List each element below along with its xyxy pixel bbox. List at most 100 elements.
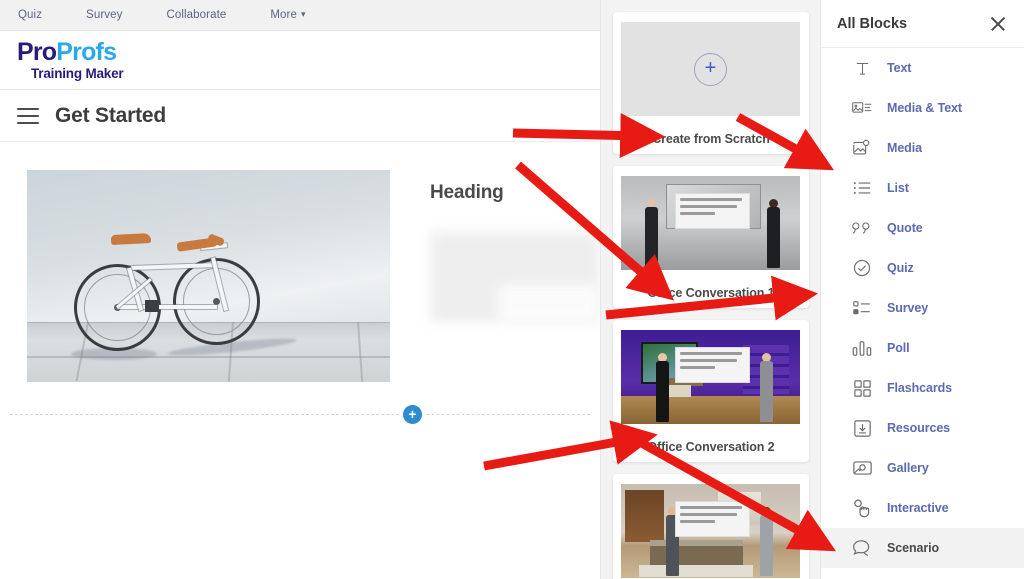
logo-profs-text: Profs bbox=[56, 38, 117, 66]
office-conversation-1-thumbnail bbox=[621, 176, 800, 270]
survey-icon bbox=[851, 297, 873, 319]
scene-bedroom bbox=[621, 484, 800, 578]
blurred-body-placeholder bbox=[498, 285, 600, 322]
nav-item-survey[interactable]: Survey bbox=[86, 9, 122, 21]
text-icon bbox=[851, 57, 873, 79]
caption-line bbox=[679, 204, 738, 208]
interactive-hand-icon bbox=[851, 497, 873, 519]
block-item-scenario[interactable]: Scenario bbox=[821, 528, 1024, 568]
scenario-chat-icon bbox=[851, 537, 873, 559]
block-item-poll[interactable]: Poll bbox=[821, 328, 1024, 368]
block-item-list-label: List bbox=[887, 181, 909, 195]
dashed-divider-line bbox=[10, 414, 590, 415]
block-item-text[interactable]: Text bbox=[821, 48, 1024, 88]
brand-bar: ProProfs Training Maker bbox=[0, 31, 600, 90]
heading-text-block[interactable]: Heading bbox=[430, 182, 600, 322]
office-conversation-2-thumbnail bbox=[621, 330, 800, 424]
block-item-list[interactable]: List bbox=[821, 168, 1024, 208]
nav-item-quiz[interactable]: Quiz bbox=[18, 9, 42, 21]
gallery-icon bbox=[851, 457, 873, 479]
block-item-resources-label: Resources bbox=[887, 421, 951, 435]
caption-line bbox=[679, 358, 738, 362]
template-card-office-conversation-2[interactable]: Office Conversation 2 bbox=[613, 320, 809, 462]
template-card-bedroom-scene[interactable] bbox=[613, 474, 809, 579]
block-item-quote-label: Quote bbox=[887, 221, 923, 235]
media-text-icon bbox=[851, 97, 873, 119]
scene-wardrobe bbox=[624, 489, 664, 543]
block-item-media-label: Media bbox=[887, 141, 922, 155]
block-item-gallery-label: Gallery bbox=[887, 461, 929, 475]
block-item-gallery[interactable]: Gallery bbox=[821, 448, 1024, 488]
bike-pedal bbox=[145, 300, 159, 312]
block-item-survey-label: Survey bbox=[887, 301, 929, 315]
page-title-bar: Get Started bbox=[0, 90, 600, 142]
bike-down-tube bbox=[117, 305, 217, 309]
close-icon[interactable] bbox=[988, 14, 1008, 34]
caption-line bbox=[679, 519, 715, 523]
block-item-text-label: Text bbox=[887, 61, 912, 75]
block-item-flashcards-label: Flashcards bbox=[887, 381, 953, 395]
caption-line bbox=[679, 512, 738, 516]
block-item-media-text[interactable]: Media & Text bbox=[821, 88, 1024, 128]
hamburger-menu-icon[interactable] bbox=[17, 107, 39, 124]
page-title: Get Started bbox=[55, 103, 166, 127]
block-item-scenario-label: Scenario bbox=[887, 541, 940, 555]
block-item-media[interactable]: Media bbox=[821, 128, 1024, 168]
poll-bars-icon bbox=[851, 337, 873, 359]
plus-icon[interactable]: + bbox=[694, 52, 727, 86]
scene-caption-box bbox=[674, 346, 750, 383]
scene-office-grayscale bbox=[621, 176, 800, 270]
add-block-divider: + bbox=[10, 403, 590, 427]
scene-caption-box bbox=[674, 192, 750, 229]
scene-rug bbox=[638, 564, 754, 578]
caption-line bbox=[679, 211, 715, 215]
nav-item-collaborate-label: Collaborate bbox=[166, 9, 227, 21]
chevron-down-icon: ▾ bbox=[300, 9, 306, 19]
add-block-button[interactable]: + bbox=[403, 405, 422, 424]
template-card-label: Office Conversation 1 bbox=[647, 286, 775, 300]
nav-item-collaborate[interactable]: Collaborate bbox=[166, 9, 226, 21]
scene-purple-studio bbox=[621, 330, 800, 424]
nav-item-survey-label: Survey bbox=[86, 9, 123, 21]
template-card-create-from-scratch[interactable]: + Create from Scratch bbox=[613, 12, 809, 154]
template-card-label: Create from Scratch bbox=[652, 132, 770, 146]
block-item-quiz[interactable]: Quiz bbox=[821, 248, 1024, 288]
nav-item-more-label: More bbox=[270, 9, 297, 21]
scene-person-body bbox=[766, 206, 780, 269]
create-from-scratch-thumbnail: + bbox=[621, 22, 800, 116]
all-blocks-header: All Blocks bbox=[821, 0, 1024, 48]
editor-area: Quiz Survey Collaborate More ▾ ProProfs T… bbox=[0, 0, 600, 579]
template-picker-panel[interactable]: + Create from Scratch Office Conversatio… bbox=[600, 0, 820, 579]
block-item-interactive-label: Interactive bbox=[887, 501, 949, 515]
bicycle-image-block[interactable] bbox=[27, 170, 390, 382]
block-item-quote[interactable]: Quote bbox=[821, 208, 1024, 248]
template-card-office-conversation-1[interactable]: Office Conversation 1 bbox=[613, 166, 809, 308]
caption-line bbox=[679, 365, 715, 369]
scene-person-body bbox=[759, 360, 773, 423]
scene-person-left bbox=[639, 198, 664, 269]
nav-item-more[interactable]: More ▾ bbox=[270, 9, 305, 21]
block-item-interactive[interactable]: Interactive bbox=[821, 488, 1024, 528]
app-root: Quiz Survey Collaborate More ▾ ProProfs T… bbox=[0, 0, 1024, 579]
scene-person-body bbox=[655, 360, 669, 423]
hamburger-bar bbox=[17, 114, 39, 117]
proprofs-logo[interactable]: ProProfs Training Maker bbox=[17, 38, 124, 81]
logo-tagline: Training Maker bbox=[31, 66, 124, 81]
all-blocks-panel: All Blocks Text Media & Text Media List … bbox=[820, 0, 1024, 579]
caption-line bbox=[679, 505, 743, 509]
block-item-poll-label: Poll bbox=[887, 341, 910, 355]
resources-download-icon bbox=[851, 417, 873, 439]
scene-person-right bbox=[753, 352, 778, 423]
block-item-flashcards[interactable]: Flashcards bbox=[821, 368, 1024, 408]
nav-item-quiz-label: Quiz bbox=[18, 9, 43, 21]
block-item-survey[interactable]: Survey bbox=[821, 288, 1024, 328]
bike-saddle bbox=[110, 232, 152, 246]
scene-caption-box bbox=[674, 500, 750, 537]
flashcards-icon bbox=[851, 377, 873, 399]
block-item-media-text-label: Media & Text bbox=[887, 101, 962, 115]
quiz-check-icon bbox=[851, 257, 873, 279]
heading-label: Heading bbox=[430, 182, 504, 203]
scene-person-right bbox=[761, 198, 786, 269]
bedroom-scene-thumbnail bbox=[621, 484, 800, 578]
block-item-resources[interactable]: Resources bbox=[821, 408, 1024, 448]
